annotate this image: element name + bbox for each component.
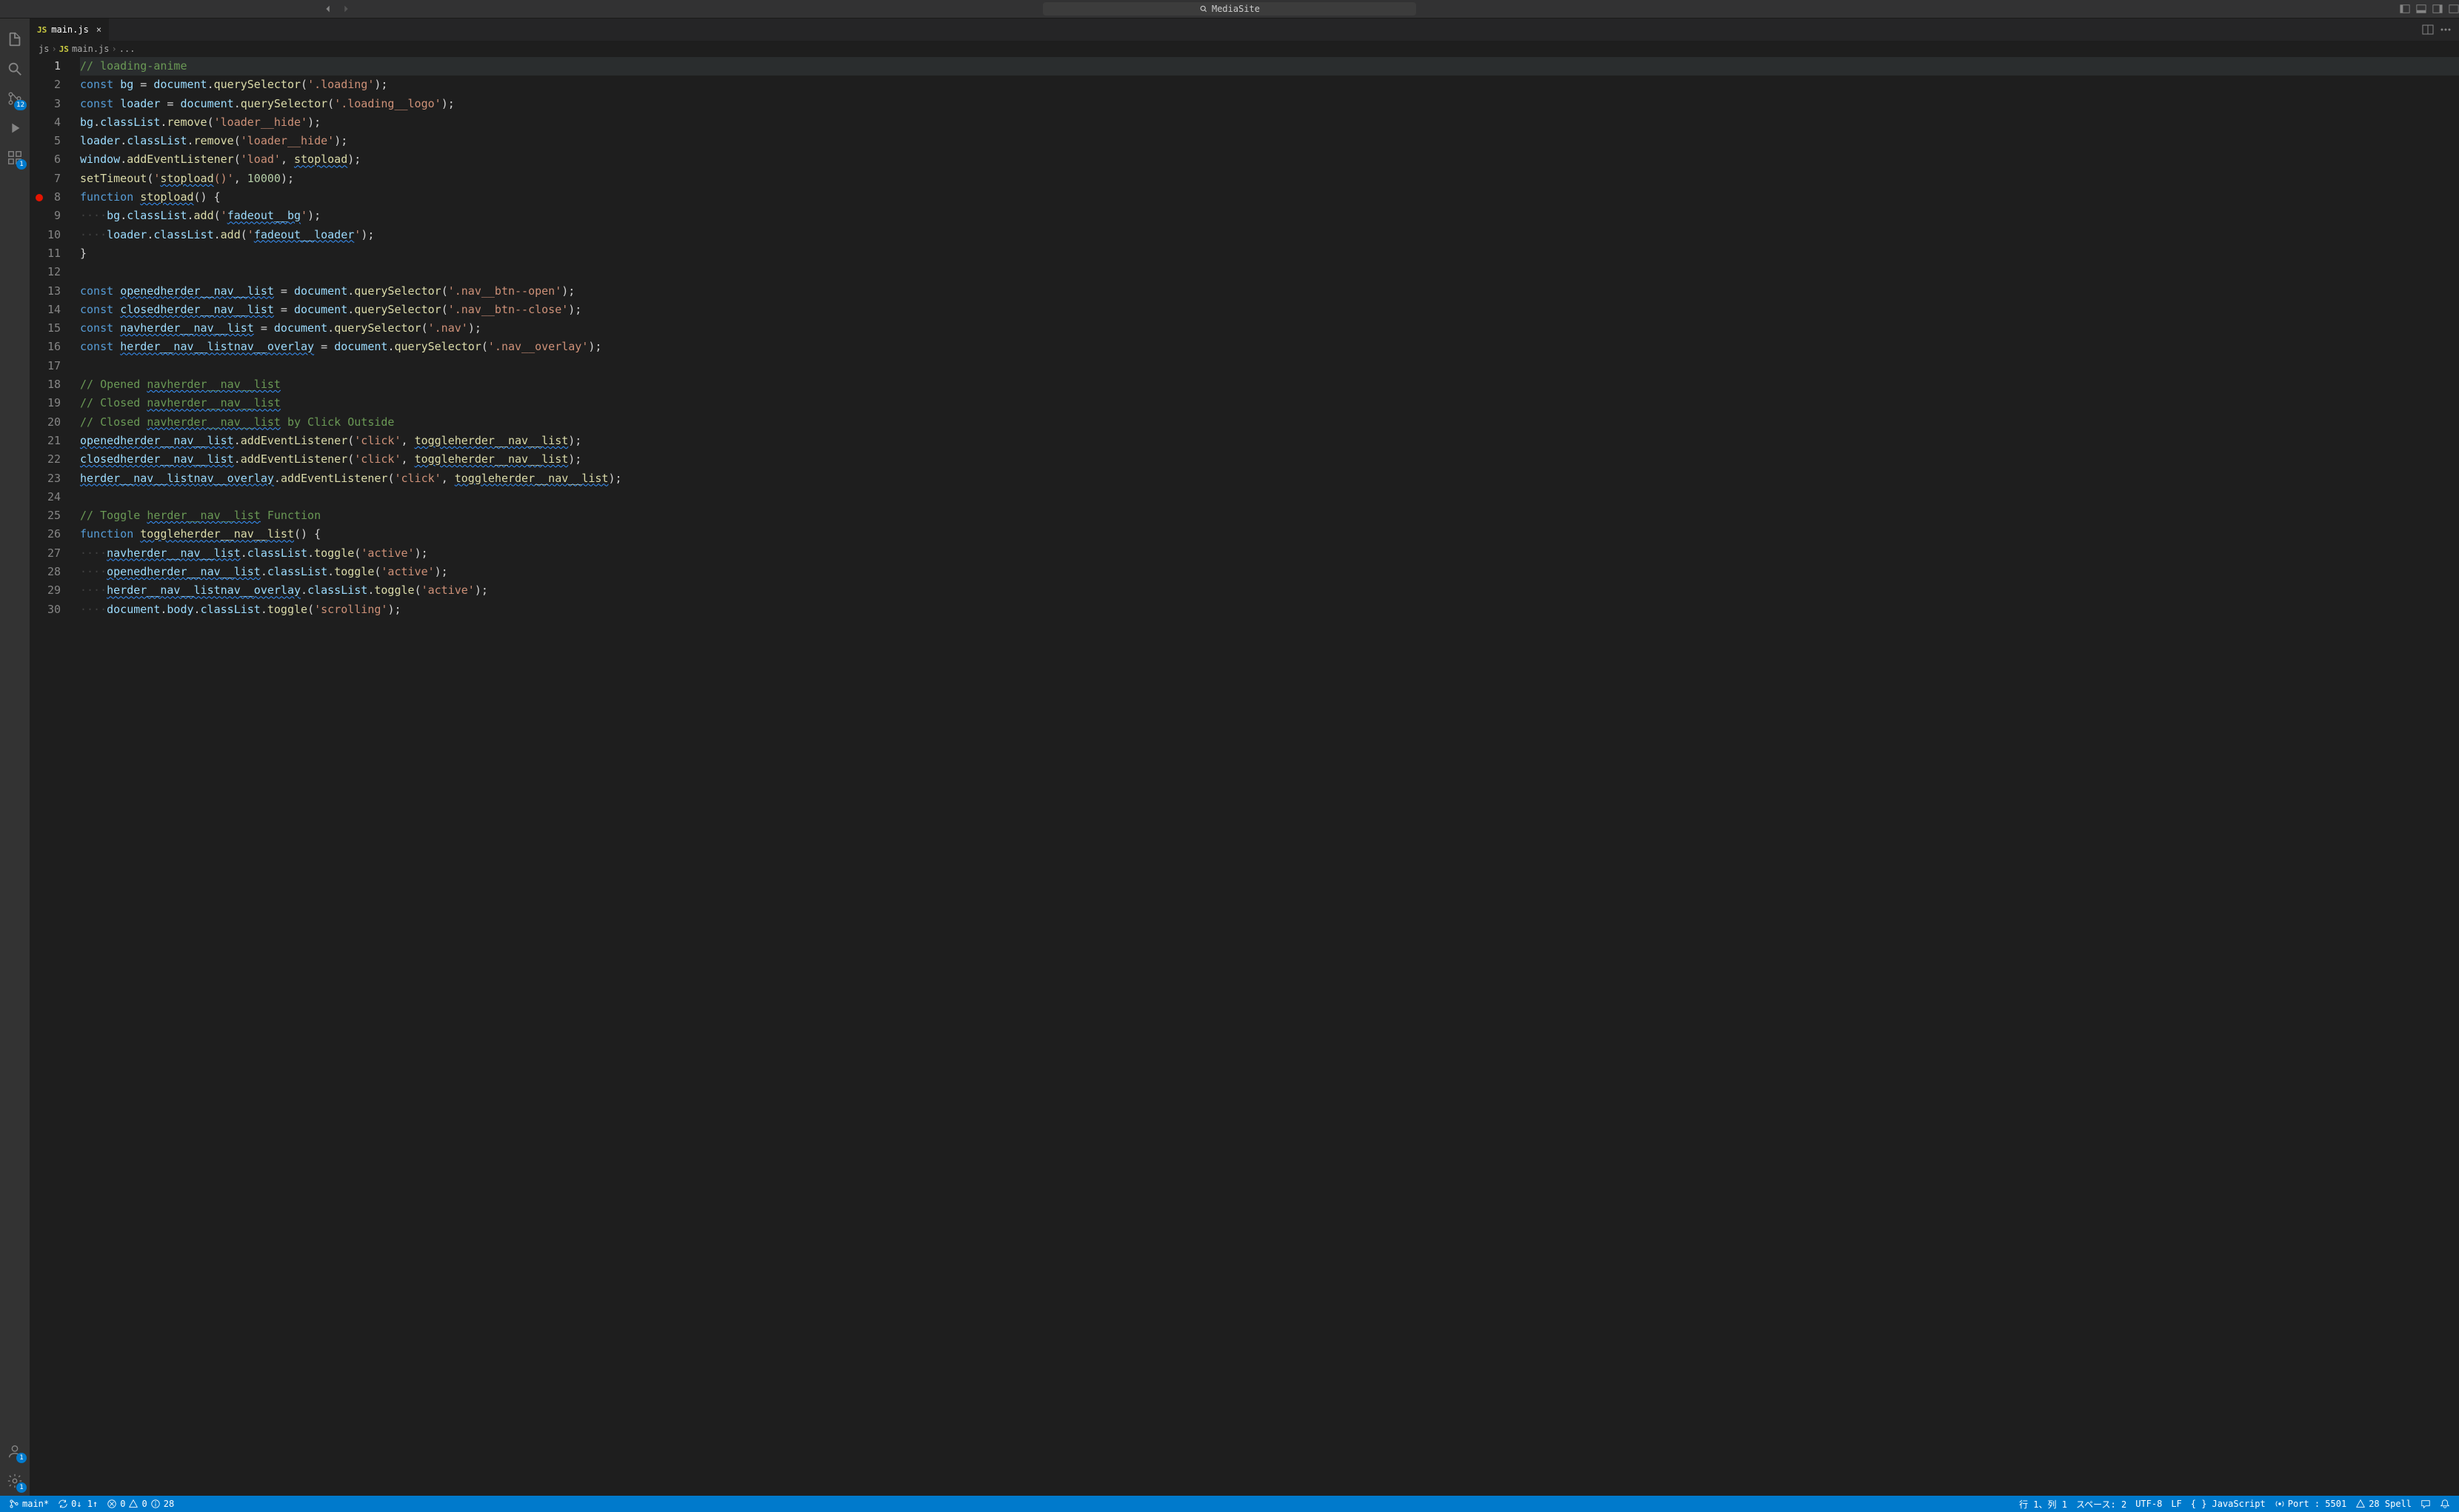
breadcrumb-symbol[interactable]: ...: [119, 44, 136, 54]
broadcast-icon: [2275, 1499, 2285, 1509]
command-search[interactable]: MediaSite: [1043, 2, 1416, 16]
editor[interactable]: 1234567891011121314151617181920212223242…: [30, 57, 2459, 1496]
warning-icon: [2355, 1499, 2366, 1509]
layout-full-icon[interactable]: [2449, 4, 2459, 14]
breadcrumb-folder[interactable]: js: [39, 44, 49, 54]
tab-mainjs[interactable]: JS main.js ×: [30, 19, 109, 41]
statusbar: main* 0↓ 1↑ 0 0 28 行 1、列 1 スペース: 2 UTF-8…: [0, 1496, 2459, 1512]
search-label: MediaSite: [1212, 4, 1260, 14]
status-encoding[interactable]: UTF-8: [2131, 1498, 2166, 1511]
js-file-icon: JS: [37, 25, 47, 35]
debug-icon[interactable]: [0, 113, 30, 143]
status-spell[interactable]: 28 Spell: [2351, 1498, 2416, 1511]
breakpoint-icon[interactable]: [36, 194, 43, 201]
scm-icon[interactable]: 12: [0, 84, 30, 113]
breadcrumbs[interactable]: js › JS main.js › ...: [30, 41, 2459, 57]
status-indent[interactable]: スペース: 2: [2072, 1498, 2131, 1511]
titlebar: MediaSite: [0, 0, 2459, 19]
bell-icon: [2440, 1499, 2450, 1509]
accounts-icon[interactable]: 1: [0, 1436, 30, 1466]
more-actions-icon[interactable]: [2440, 24, 2452, 36]
status-branch[interactable]: main*: [4, 1499, 53, 1509]
settings-icon[interactable]: 1: [0, 1466, 30, 1496]
sync-icon: [58, 1499, 68, 1509]
tabs-bar: JS main.js ×: [30, 19, 2459, 41]
activitybar: 12 1 1 1: [0, 19, 30, 1496]
search-activity-icon[interactable]: [0, 54, 30, 84]
extensions-icon[interactable]: 1: [0, 143, 30, 173]
status-language[interactable]: { }JavaScript: [2186, 1498, 2270, 1511]
info-icon: [150, 1499, 161, 1509]
warning-icon: [128, 1499, 139, 1509]
explorer-icon[interactable]: [0, 24, 30, 54]
status-position[interactable]: 行 1、列 1: [2015, 1498, 2072, 1511]
layout-icons: [2400, 4, 2459, 14]
tab-close-icon[interactable]: ×: [96, 24, 101, 35]
accounts-badge: 1: [16, 1453, 27, 1463]
nav-arrows: [323, 4, 351, 14]
js-file-icon: JS: [59, 44, 69, 54]
split-editor-icon[interactable]: [2422, 24, 2434, 36]
status-sync[interactable]: 0↓ 1↑: [53, 1499, 102, 1509]
tab-label: main.js: [51, 24, 89, 35]
status-eol[interactable]: LF: [2166, 1498, 2186, 1511]
extensions-badge: 1: [16, 159, 27, 170]
status-port[interactable]: Port : 5501: [2270, 1498, 2351, 1511]
scm-badge: 12: [14, 100, 27, 110]
error-icon: [107, 1499, 117, 1509]
forward-arrow-icon[interactable]: [341, 4, 351, 14]
line-numbers: 1234567891011121314151617181920212223242…: [30, 57, 76, 1496]
branch-icon: [9, 1499, 19, 1509]
layout-bottom-icon[interactable]: [2416, 4, 2426, 14]
code-content[interactable]: // loading-animeconst bg = document.quer…: [76, 57, 2459, 1496]
feedback-icon: [2420, 1499, 2431, 1509]
back-arrow-icon[interactable]: [323, 4, 333, 14]
breadcrumb-file[interactable]: main.js: [72, 44, 110, 54]
status-feedback[interactable]: [2416, 1498, 2435, 1511]
status-problems[interactable]: 0 0 28: [102, 1499, 178, 1509]
search-icon: [1199, 4, 1208, 13]
layout-left-icon[interactable]: [2400, 4, 2410, 14]
settings-badge: 1: [16, 1482, 27, 1493]
status-bell[interactable]: [2435, 1498, 2455, 1511]
layout-right-icon[interactable]: [2432, 4, 2443, 14]
